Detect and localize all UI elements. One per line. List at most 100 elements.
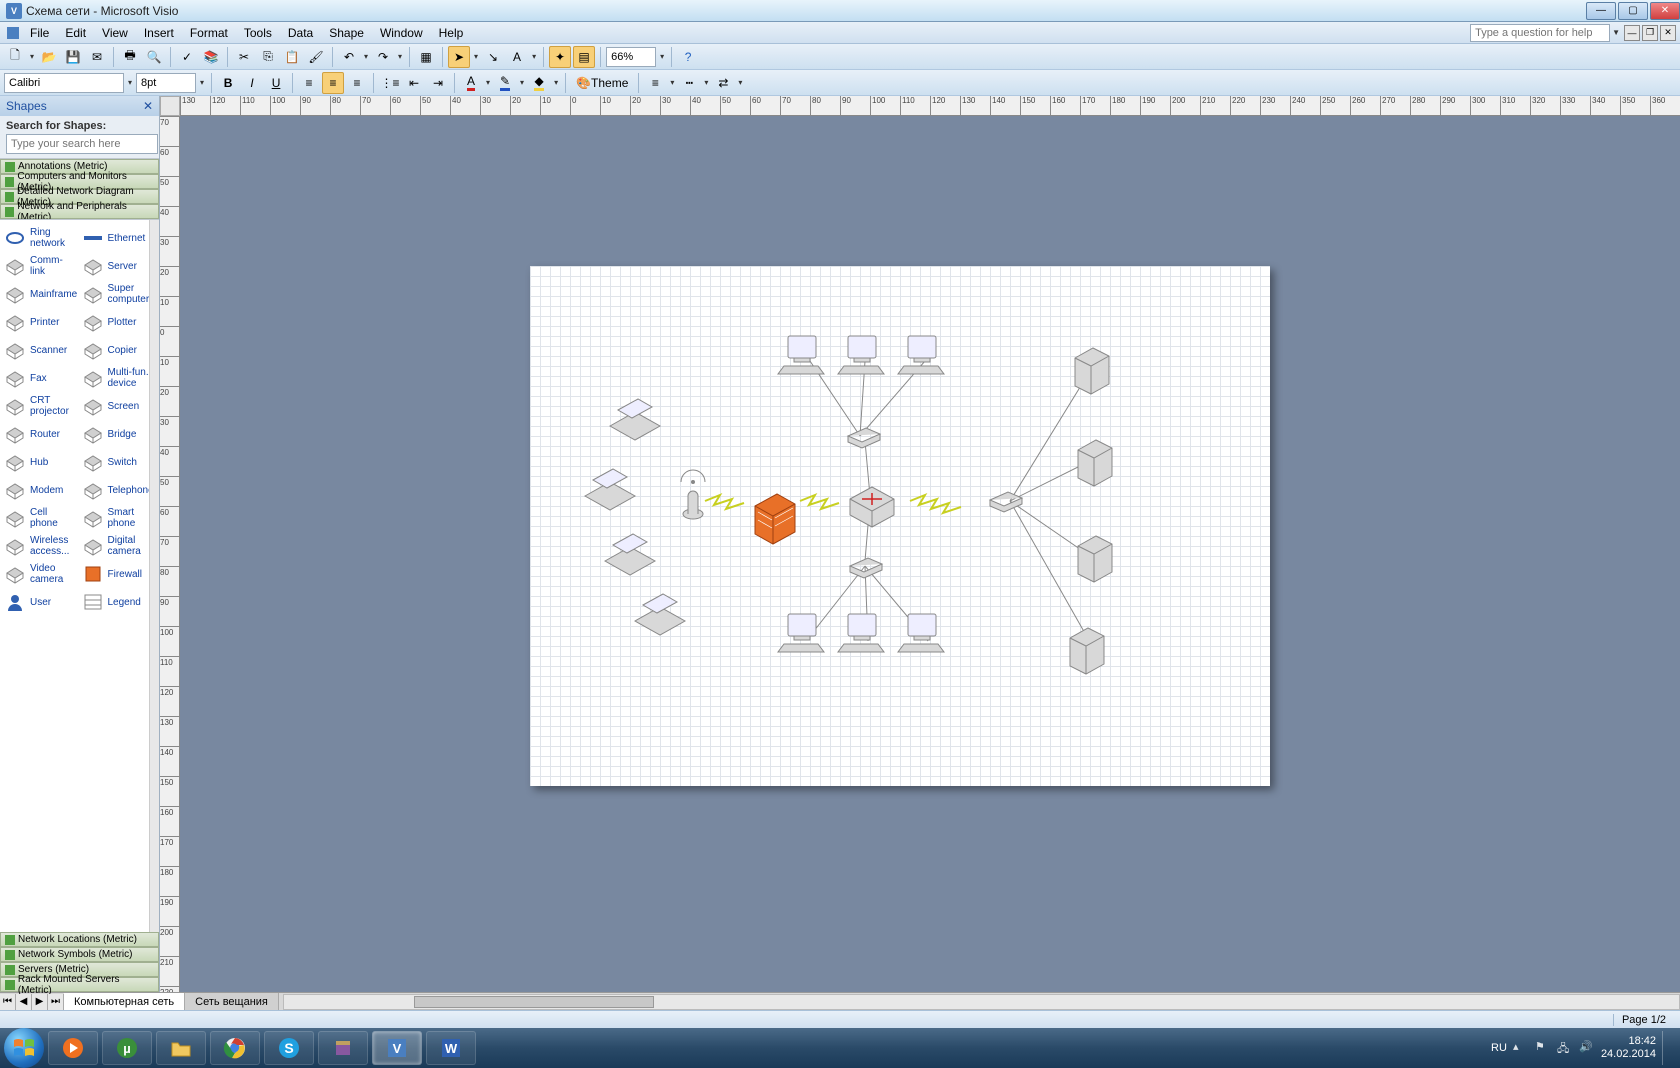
shape-item-printer[interactable]: Printer	[2, 308, 80, 336]
connection-point-tool-button[interactable]: ✦	[549, 46, 571, 68]
shape-item-legend[interactable]: Legend	[80, 588, 158, 616]
shape-item-ring[interactable]: Ring network	[2, 224, 80, 252]
connector-tool-button[interactable]: ↘	[482, 46, 504, 68]
decrease-indent-button[interactable]: ⇤	[403, 72, 425, 94]
zoom-dropdown-icon[interactable]: ▾	[658, 52, 666, 61]
save-button[interactable]: 💾	[62, 46, 84, 68]
shape-item-ethernet[interactable]: Ethernet	[80, 224, 158, 252]
shape-item-user[interactable]: User	[2, 588, 80, 616]
scrollbar-thumb[interactable]	[414, 996, 654, 1008]
taskbar-explorer-button[interactable]	[156, 1031, 206, 1065]
fill-color-button[interactable]: ◆	[528, 72, 550, 94]
firewall-shape[interactable]	[755, 494, 795, 544]
tray-flag-icon[interactable]: ⚑	[1535, 1040, 1551, 1056]
theme-button[interactable]: 🎨 Theme	[571, 72, 633, 94]
shape-item-plotter[interactable]: Plotter	[80, 308, 158, 336]
align-left-button[interactable]: ≡	[298, 72, 320, 94]
text-tool-button[interactable]: A	[506, 46, 528, 68]
shape-item-wap[interactable]: Wireless access...	[2, 532, 80, 560]
tab-nav-first-button[interactable]: ⏮	[0, 994, 16, 1010]
stencil-bar[interactable]: Network and Peripherals (Metric)	[0, 204, 159, 219]
text-dropdown-icon[interactable]: ▾	[530, 52, 538, 61]
shape-item-vidcam[interactable]: Video camera	[2, 560, 80, 588]
new-button[interactable]: 🗋	[4, 46, 26, 68]
format-painter-button[interactable]: 🖌	[305, 46, 327, 68]
shape-item-switch[interactable]: Switch	[80, 448, 158, 476]
tab-nav-next-button[interactable]: ▶	[32, 994, 48, 1010]
system-menu-icon[interactable]	[4, 22, 22, 44]
page-tab-active[interactable]: Компьютерная сеть	[64, 993, 185, 1010]
mdi-minimize-button[interactable]: —	[1624, 25, 1640, 41]
server-shape[interactable]	[1078, 440, 1112, 486]
zoom-input[interactable]	[606, 47, 656, 67]
shape-item-crtproj[interactable]: CRT projector	[2, 392, 80, 420]
tab-nav-prev-button[interactable]: ◀	[16, 994, 32, 1010]
shape-item-smartphone[interactable]: Smart phone	[80, 504, 158, 532]
line-pattern-dropdown-icon[interactable]: ▾	[702, 78, 710, 87]
pc-shape[interactable]	[778, 336, 824, 374]
increase-indent-button[interactable]: ⇥	[427, 72, 449, 94]
tray-show-hidden-icon[interactable]: ▴	[1513, 1040, 1529, 1056]
copy-button[interactable]: ⎘	[257, 46, 279, 68]
shape-item-telephone[interactable]: Telephone	[80, 476, 158, 504]
shapes-window-button[interactable]: ▦	[415, 46, 437, 68]
minimize-button[interactable]: —	[1586, 2, 1616, 20]
email-button[interactable]: ✉	[86, 46, 108, 68]
horizontal-scrollbar[interactable]	[283, 994, 1680, 1010]
page-tab-inactive[interactable]: Сеть вещания	[185, 993, 279, 1010]
show-desktop-button[interactable]	[1662, 1031, 1670, 1065]
font-color-button[interactable]: A	[460, 72, 482, 94]
laptop-shape[interactable]	[610, 399, 660, 440]
maximize-button[interactable]: ▢	[1618, 2, 1648, 20]
align-right-button[interactable]: ≡	[346, 72, 368, 94]
cut-button[interactable]: ✂	[233, 46, 255, 68]
italic-button[interactable]: I	[241, 72, 263, 94]
menu-file[interactable]: File	[22, 24, 57, 42]
stencil-bar[interactable]: Network Locations (Metric)	[0, 932, 159, 947]
hub-shape[interactable]	[850, 558, 882, 578]
menu-view[interactable]: View	[94, 24, 136, 42]
shapes-panel-close-icon[interactable]: ✕	[143, 99, 153, 113]
taskbar-word-button[interactable]: W	[426, 1031, 476, 1065]
taskbar-winrar-button[interactable]	[318, 1031, 368, 1065]
line-ends-dropdown-icon[interactable]: ▾	[736, 78, 744, 87]
font-name-dropdown-icon[interactable]: ▾	[126, 78, 134, 87]
line-ends-button[interactable]: ⇄	[712, 72, 734, 94]
close-button[interactable]: ✕	[1650, 2, 1680, 20]
menu-format[interactable]: Format	[182, 24, 236, 42]
research-button[interactable]: 📚	[200, 46, 222, 68]
fill-color-dropdown-icon[interactable]: ▾	[552, 78, 560, 87]
menu-shape[interactable]: Shape	[321, 24, 372, 42]
new-dropdown-icon[interactable]: ▾	[28, 52, 36, 61]
spelling-button[interactable]: ✓	[176, 46, 198, 68]
taskbar-skype-button[interactable]: S	[264, 1031, 314, 1065]
shape-item-copier[interactable]: Copier	[80, 336, 158, 364]
taskbar-visio-button[interactable]: V	[372, 1031, 422, 1065]
menu-window[interactable]: Window	[372, 24, 431, 42]
stencil-bar[interactable]: Rack Mounted Servers (Metric)	[0, 977, 159, 992]
wireless-ap-shape[interactable]	[681, 470, 705, 519]
redo-dropdown-icon[interactable]: ▾	[396, 52, 404, 61]
server-shape[interactable]	[1070, 628, 1104, 674]
pc-shape[interactable]	[778, 614, 824, 652]
shape-item-server[interactable]: Server	[80, 252, 158, 280]
bold-button[interactable]: B	[217, 72, 239, 94]
underline-button[interactable]: U	[265, 72, 287, 94]
shape-item-mainframe[interactable]: Mainframe	[2, 280, 80, 308]
shape-item-firewall[interactable]: Firewall	[80, 560, 158, 588]
shape-item-router[interactable]: Router	[2, 420, 80, 448]
menu-tools[interactable]: Tools	[236, 24, 280, 42]
help-dropdown-icon[interactable]: ▼	[1610, 28, 1622, 37]
pc-shape[interactable]	[838, 336, 884, 374]
shape-item-cellphone[interactable]: Cell phone	[2, 504, 80, 532]
print-preview-button[interactable]: 🔍	[143, 46, 165, 68]
help-search-input[interactable]	[1470, 24, 1610, 42]
menu-help[interactable]: Help	[431, 24, 472, 42]
pc-shape[interactable]	[838, 614, 884, 652]
bullets-button[interactable]: ⋮≡	[379, 72, 401, 94]
shape-item-fax[interactable]: Fax	[2, 364, 80, 392]
line-weight-button[interactable]: ≡	[644, 72, 666, 94]
shape-item-mfd[interactable]: Multi-fun. device	[80, 364, 158, 392]
drawing-page[interactable]	[530, 266, 1270, 786]
help-button[interactable]: ?	[677, 46, 699, 68]
